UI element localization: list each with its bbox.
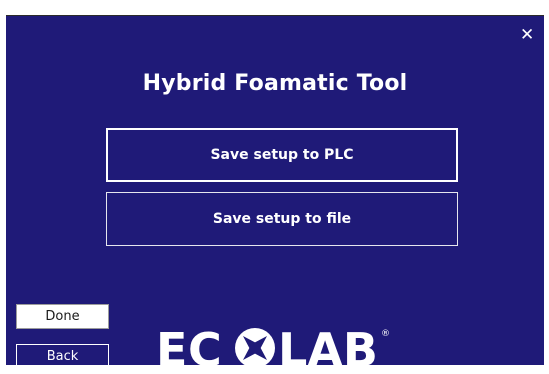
ecolab-logo: E C LAB ® xyxy=(156,314,416,374)
save-to-file-button[interactable]: Save setup to file xyxy=(106,192,458,246)
tool-dialog: ✕ Hybrid Foamatic Tool Save setup to PLC… xyxy=(6,15,544,374)
logo-letter-c: C xyxy=(188,323,222,374)
logo-letter-e: E xyxy=(156,323,187,374)
save-to-plc-label: Save setup to PLC xyxy=(210,147,354,163)
close-icon[interactable]: ✕ xyxy=(520,27,534,44)
app-window: ✕ Hybrid Foamatic Tool Save setup to PLC… xyxy=(0,0,549,374)
back-button[interactable]: Back xyxy=(16,344,109,369)
logo-letters-lab: LAB xyxy=(278,323,378,374)
logo-star-o-icon xyxy=(235,328,275,368)
save-to-file-label: Save setup to file xyxy=(212,211,352,227)
done-button[interactable]: Done xyxy=(16,304,109,329)
done-label: Done xyxy=(45,309,80,324)
page-title: Hybrid Foamatic Tool xyxy=(142,71,408,96)
save-to-plc-button[interactable]: Save setup to PLC xyxy=(106,128,458,182)
ecolab-logo-graphic: E C LAB ® xyxy=(156,323,390,374)
registered-mark: ® xyxy=(381,329,390,339)
